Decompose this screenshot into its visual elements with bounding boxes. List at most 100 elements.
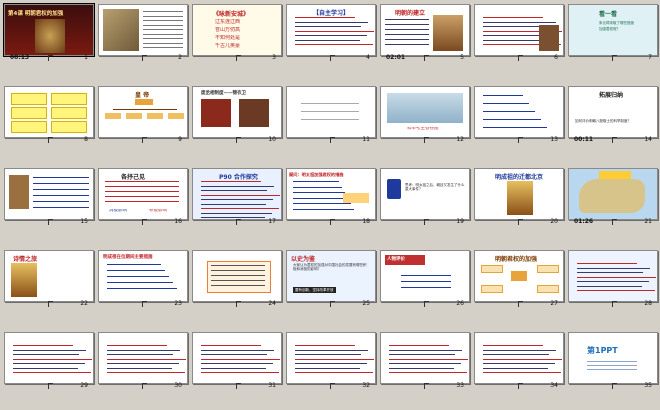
slide-preview[interactable] <box>4 332 94 384</box>
slide-thumbnail-28[interactable]: 28 <box>568 250 658 308</box>
slide-thumbnail-6[interactable]: 6 <box>474 4 564 62</box>
slide-thumbnail-13[interactable]: 13 <box>474 86 564 144</box>
brand-logo: 第1PPT <box>587 346 618 355</box>
transition-icon <box>424 383 429 389</box>
slide-thumbnail-1[interactable]: 第4课 明朝君权的加强 00:13 1 <box>3 3 95 62</box>
slide-preview[interactable]: 第1PPT <box>568 332 658 384</box>
transition-icon <box>142 219 147 225</box>
slide-info-bar: 29 <box>4 382 94 390</box>
slide-preview[interactable] <box>286 86 376 138</box>
slide-thumbnail-35[interactable]: 第1PPT 35 <box>568 332 658 390</box>
slide-thumbnail-32[interactable]: 32 <box>286 332 376 390</box>
slide-thumbnail-10[interactable]: 废丞相制度——锦衣卫 10 <box>192 86 282 144</box>
slide-preview[interactable] <box>4 86 94 138</box>
text-line <box>483 354 549 355</box>
slide-preview[interactable] <box>568 250 658 302</box>
slide-sorter-grid: 第4课 明朝君权的加强 00:13 1 2 《咏新安城》 辽东连辽西 苍山万仞高 不知何处是千… <box>2 2 658 408</box>
text-line <box>211 270 265 271</box>
slide-thumbnail-20[interactable]: 明成祖的迁都北京 20 <box>474 168 564 226</box>
slide-thumbnail-17[interactable]: P90 合作探究 17 <box>192 168 282 226</box>
slide-preview[interactable]: 以史为鉴 大家认为君权的加强对中国社会的发展有哪些积极和消极的影响？ 要有创新，坚持… <box>286 250 376 302</box>
text-line <box>33 207 89 208</box>
portrait-image <box>9 175 29 209</box>
slide-thumbnail-15[interactable]: 15 <box>4 168 94 226</box>
slide-thumbnail-31[interactable]: 31 <box>192 332 282 390</box>
slide-preview[interactable] <box>474 332 564 384</box>
slide-thumbnail-12[interactable]: 科举考生答卷图 12 <box>380 86 470 144</box>
slide-thumbnail-33[interactable]: 33 <box>380 332 470 390</box>
slide-preview[interactable]: P90 合作探究 <box>192 168 282 220</box>
slide-thumbnail-24[interactable]: 24 <box>192 250 282 308</box>
slide-thumbnail-8[interactable]: 8 <box>4 86 94 144</box>
slide-thumbnail-4[interactable]: 【自主学习】 4 <box>286 4 376 62</box>
slide-thumbnail-25[interactable]: 以史为鉴 大家认为君权的加强对中国社会的发展有哪些积极和消极的影响？ 要有创新，坚持… <box>286 250 376 308</box>
slide-preview[interactable]: 皇 帝 <box>98 86 188 138</box>
slide-preview[interactable]: 明成祖的迁都北京 <box>474 168 564 220</box>
text-line <box>587 369 637 370</box>
text-line <box>385 19 429 20</box>
slide-preview[interactable]: 【自主学习】 <box>286 4 376 56</box>
slide-thumbnail-34[interactable]: 34 <box>474 332 564 390</box>
text-line <box>33 189 89 190</box>
slide-number: 25 <box>362 300 370 307</box>
slide-info-bar: 01:26 21 <box>568 218 658 226</box>
slide-preview[interactable]: 明成祖在位期间主要措施 <box>98 250 188 302</box>
slide-thumbnail-11[interactable]: 11 <box>286 86 376 144</box>
slide-preview[interactable] <box>98 4 188 56</box>
slide-preview[interactable] <box>568 168 658 220</box>
slide-preview[interactable]: 科举考生答卷图 <box>380 86 470 138</box>
slide-preview[interactable] <box>4 168 94 220</box>
slide-thumbnail-26[interactable]: 人物评价 26 <box>380 250 470 308</box>
slide-preview[interactable]: 拓展归纳 如何评价明朝八股取士的科举制度？ <box>568 86 658 138</box>
transition-icon <box>518 219 523 225</box>
slide-preview[interactable] <box>192 250 282 302</box>
slide-preview[interactable]: 第4课 明朝君权的加强 <box>3 3 95 57</box>
slide-thumbnail-21[interactable]: 01:26 21 <box>568 168 658 226</box>
transition-icon <box>612 137 617 143</box>
slide-preview[interactable]: 废丞相制度——锦衣卫 <box>192 86 282 138</box>
slide-thumbnail-5[interactable]: 明朝的建立 02:01 5 <box>380 4 470 62</box>
slide-preview[interactable] <box>474 4 564 56</box>
slide-thumbnail-22[interactable]: 诗情之旅 22 <box>4 250 94 308</box>
slide-thumbnail-27[interactable]: 明朝君权的加强 27 <box>474 250 564 308</box>
slide-info-bar: 7 <box>568 54 658 62</box>
text-line <box>201 358 280 360</box>
slide-preview[interactable] <box>380 332 470 384</box>
slide-preview[interactable]: 看一看 朱元璋采取了哪些措施 加强君权呢？ <box>568 4 658 56</box>
slide-preview[interactable]: 诗情之旅 <box>4 250 94 302</box>
slide-preview[interactable] <box>98 332 188 384</box>
slide-thumbnail-7[interactable]: 看一看 朱元璋采取了哪些措施 加强君权呢？ 7 <box>568 4 658 62</box>
slide-thumbnail-9[interactable]: 皇 帝 9 <box>98 86 188 144</box>
slide-thumbnail-14[interactable]: 拓展归纳 如何评价明朝八股取士的科举制度？ 00:11 14 <box>568 86 658 144</box>
slide-preview[interactable]: 思考：明太祖之后，朝廷又发生了什么重大事件？ <box>380 168 470 220</box>
slide-thumbnail-16[interactable]: 各抒己见 消极影响 积极影响 16 <box>98 168 188 226</box>
slide-preview[interactable]: 明朝君权的加强 <box>474 250 564 302</box>
slide-thumbnail-30[interactable]: 30 <box>98 332 188 390</box>
slide-preview[interactable]: 明朝的建立 <box>380 4 470 56</box>
slide-preview[interactable]: 人物评价 <box>380 250 470 302</box>
text-line <box>33 183 89 184</box>
text-line <box>587 365 637 366</box>
slide-thumbnail-19[interactable]: 思考：明太祖之后，朝廷又发生了什么重大事件？ 19 <box>380 168 470 226</box>
slide-thumbnail-2[interactable]: 2 <box>98 4 188 62</box>
slide-preview[interactable] <box>192 332 282 384</box>
slide-preview[interactable]: 《咏新安城》 辽东连辽西 苍山万仞高 不知何处是 千古几英豪 <box>192 4 282 56</box>
text-line <box>201 194 280 196</box>
transition-icon <box>330 383 335 389</box>
text-line <box>295 39 360 41</box>
text-line <box>577 285 642 287</box>
slide-thumbnail-29[interactable]: 29 <box>4 332 94 390</box>
influence-label: 积极影响 <box>149 209 167 213</box>
slide-preview[interactable] <box>286 332 376 384</box>
slide-preview[interactable]: 疑问：明太祖加强君权的措施 <box>286 168 376 220</box>
text-line <box>301 103 359 104</box>
slide-thumbnail-18[interactable]: 疑问：明太祖加强君权的措施 18 <box>286 168 376 226</box>
transition-icon <box>330 219 335 225</box>
slide-preview[interactable] <box>474 86 564 138</box>
slide-thumbnail-3[interactable]: 《咏新安城》 辽东连辽西 苍山万仞高 不知何处是 千古几英豪 3 <box>192 4 282 62</box>
transition-icon <box>236 383 241 389</box>
slide-preview[interactable]: 各抒己见 消极影响 积极影响 <box>98 168 188 220</box>
slide-thumbnail-23[interactable]: 明成祖在位期间主要措施 23 <box>98 250 188 308</box>
text-line <box>295 35 367 36</box>
text-line <box>295 372 373 373</box>
